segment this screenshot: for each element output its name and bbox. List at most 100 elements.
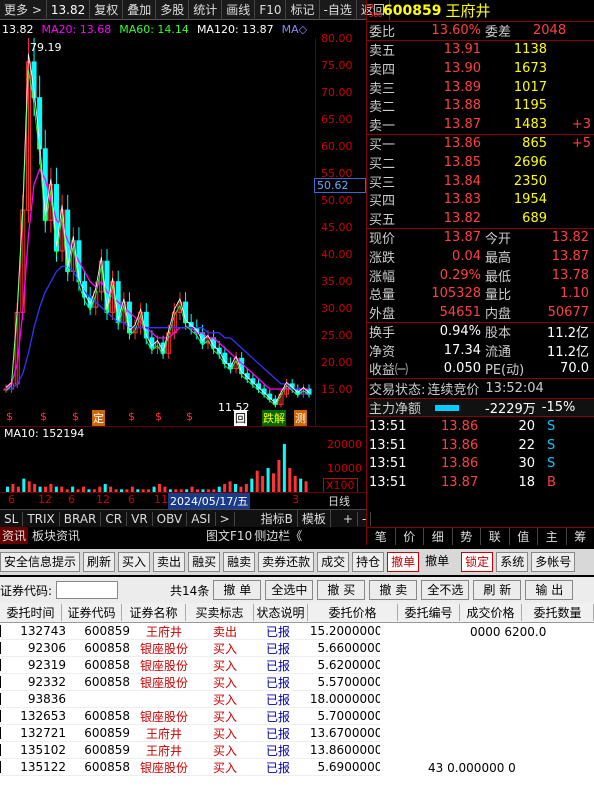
tab-cr[interactable]: CR [101,511,128,526]
query-action-button[interactable]: 撤 单 [213,580,262,600]
volume-chart[interactable] [0,440,316,492]
column-header[interactable]: 委托编号 [398,604,460,621]
draw-line-button[interactable]: 画线 [222,0,256,20]
right-tab[interactable]: 值 [510,528,538,545]
stat-label: 收益㈠ [369,363,409,379]
right-tab[interactable]: 价 [396,528,424,545]
buy-level[interactable]: 买四 13.83 1954 [367,190,594,209]
sell-level[interactable]: 卖一 13.87 1483 +3 [367,115,594,134]
column-header[interactable]: 证券代码 [62,604,122,621]
multi-stock-button[interactable]: 多股 [156,0,190,20]
price-axis: 80.00 75.00 70.00 65.00 60.00 55.00 50.00 45.00… [317,30,366,430]
tab-more[interactable]: > [216,511,235,526]
level-change: +3 [571,116,591,132]
toolbar-button[interactable]: 撤单 [387,552,420,572]
table-cell: 银座股份 [139,641,188,656]
buy-book: 买一 13.86 865 +5 买二 13.85 2696 买三 13.84 2350 买四 13.8… [367,135,594,228]
sell-level[interactable]: 卖四 13.90 1673 [367,59,594,78]
toolbar-button[interactable]: 卖券还款 [258,552,315,572]
right-tab[interactable]: 筹 [567,528,594,545]
sell-level[interactable]: 卖二 13.88 1195 [367,96,594,115]
tab-template[interactable]: 模板 [298,510,331,527]
buy-level[interactable]: 买二 13.85 2696 [367,153,594,172]
column-header[interactable]: 状态说明 [254,604,308,621]
column-header[interactable]: 成交价格 [460,604,522,621]
toolbar-button[interactable]: 卖出 [153,552,186,572]
query-action-button[interactable]: 全选中 [265,580,314,600]
tab-news[interactable]: 资讯 [0,527,29,544]
f10-button[interactable]: F10 [255,0,287,20]
price-cursor-tag: 50.62 [314,178,366,193]
right-tab[interactable]: 势 [453,528,481,545]
vol-tick-20000: 20000 [327,438,362,451]
tab-vr[interactable]: VR [127,511,153,526]
toolbar-button[interactable]: 融买 [188,552,221,572]
volume-bar [250,478,254,492]
column-header[interactable]: 委托价格 [308,604,398,621]
code-input[interactable] [56,581,119,599]
right-tab[interactable]: 笔 [367,528,396,545]
table-cell: 600859 [84,624,130,638]
kline-chart[interactable] [0,38,316,426]
tab-sl[interactable]: SL [0,511,24,526]
tab-asi[interactable]: ASI [187,511,216,526]
query-action-button[interactable]: 撤 买 [317,580,366,600]
level-price: 13.88 [443,98,481,114]
ma-price: 13.82 [2,22,34,36]
overlay-button[interactable]: 叠加 [123,0,157,20]
volume-bar [299,478,303,492]
restore-rights-button[interactable]: 复权 [90,0,124,20]
column-header[interactable]: 买卖标志 [186,604,254,621]
toolbar-button[interactable]: 撤单 [422,552,452,572]
toolbar-button[interactable]: 成交 [317,552,350,572]
toolbar-button[interactable]: 锁定 [461,552,494,572]
price-tick: 75.00 [321,59,353,72]
level-price: 13.82 [443,210,481,226]
buy-level[interactable]: 买三 13.84 2350 [367,172,594,191]
query-action-button[interactable]: 输 出 [525,580,574,600]
mark-button[interactable]: 标记 [286,0,320,20]
toolbar-button[interactable]: 刷新 [83,552,116,572]
tab-indicator-b[interactable]: 指标B [257,510,298,527]
ma60-label: MA60: 14.14 [119,22,189,36]
sell-level[interactable]: 卖三 13.89 1017 [367,78,594,97]
right-tab[interactable]: 细 [424,528,453,545]
sell-level[interactable]: 卖五 13.91 1138 [367,41,594,59]
tab-sector-news[interactable]: 板块资讯 [28,527,84,544]
right-tab[interactable]: 联 [481,528,510,545]
toolbar-button[interactable]: 买入 [118,552,151,572]
period-label[interactable]: 日线 [328,493,350,509]
tab-brar[interactable]: BRAR [60,511,102,526]
column-header[interactable]: 委托数量 [522,604,594,621]
query-action-button[interactable]: 撤 卖 [369,580,418,600]
toolbar-button[interactable]: 融卖 [223,552,256,572]
column-header[interactable]: 证券名称 [122,604,186,621]
buy-level[interactable]: 买五 13.82 689 [367,209,594,228]
query-action-button[interactable]: 全不选 [421,580,470,600]
level-change: +5 [571,136,591,152]
query-action-button[interactable]: 刷 新 [473,580,522,600]
toolbar-button[interactable]: 多帐号 [531,552,576,572]
ma-line-ma10 [5,69,310,407]
toolbar-button[interactable]: 安全信息提示 [0,552,81,572]
table-cell: 600858 [84,709,130,723]
more-button[interactable]: 更多 > [0,0,47,20]
toolbar-button[interactable]: 持仓 [352,552,385,572]
tab-sidebar[interactable]: 侧边栏《 [252,527,302,544]
self-select-button[interactable]: -自选 [320,0,357,20]
toolbar-button[interactable]: 系统 [496,552,529,572]
stat-row: 现价 13.87 今开 13.82 [367,229,594,247]
tab-trix[interactable]: TRIX [23,511,60,526]
right-tab[interactable]: 主 [538,528,567,545]
buy-level[interactable]: 买一 13.86 865 +5 [367,135,594,153]
tab-plus[interactable]: + [339,511,358,526]
table-cell: 买入 [212,726,237,741]
weibi-row: 委比 13.60% 委差 2048 [367,22,594,41]
query-bar: 证券代码: 共14条 撤 单全选中撤 买撤 卖全不选刷 新输 出 [0,577,594,603]
level-volume: 1954 [513,192,547,208]
tab-f10[interactable]: 图文F10 [206,527,252,544]
volume-bar [261,476,265,492]
statistics-button[interactable]: 统计 [189,0,223,20]
tab-obv[interactable]: OBV [153,511,188,526]
column-header[interactable]: 委托时间 [0,604,62,621]
